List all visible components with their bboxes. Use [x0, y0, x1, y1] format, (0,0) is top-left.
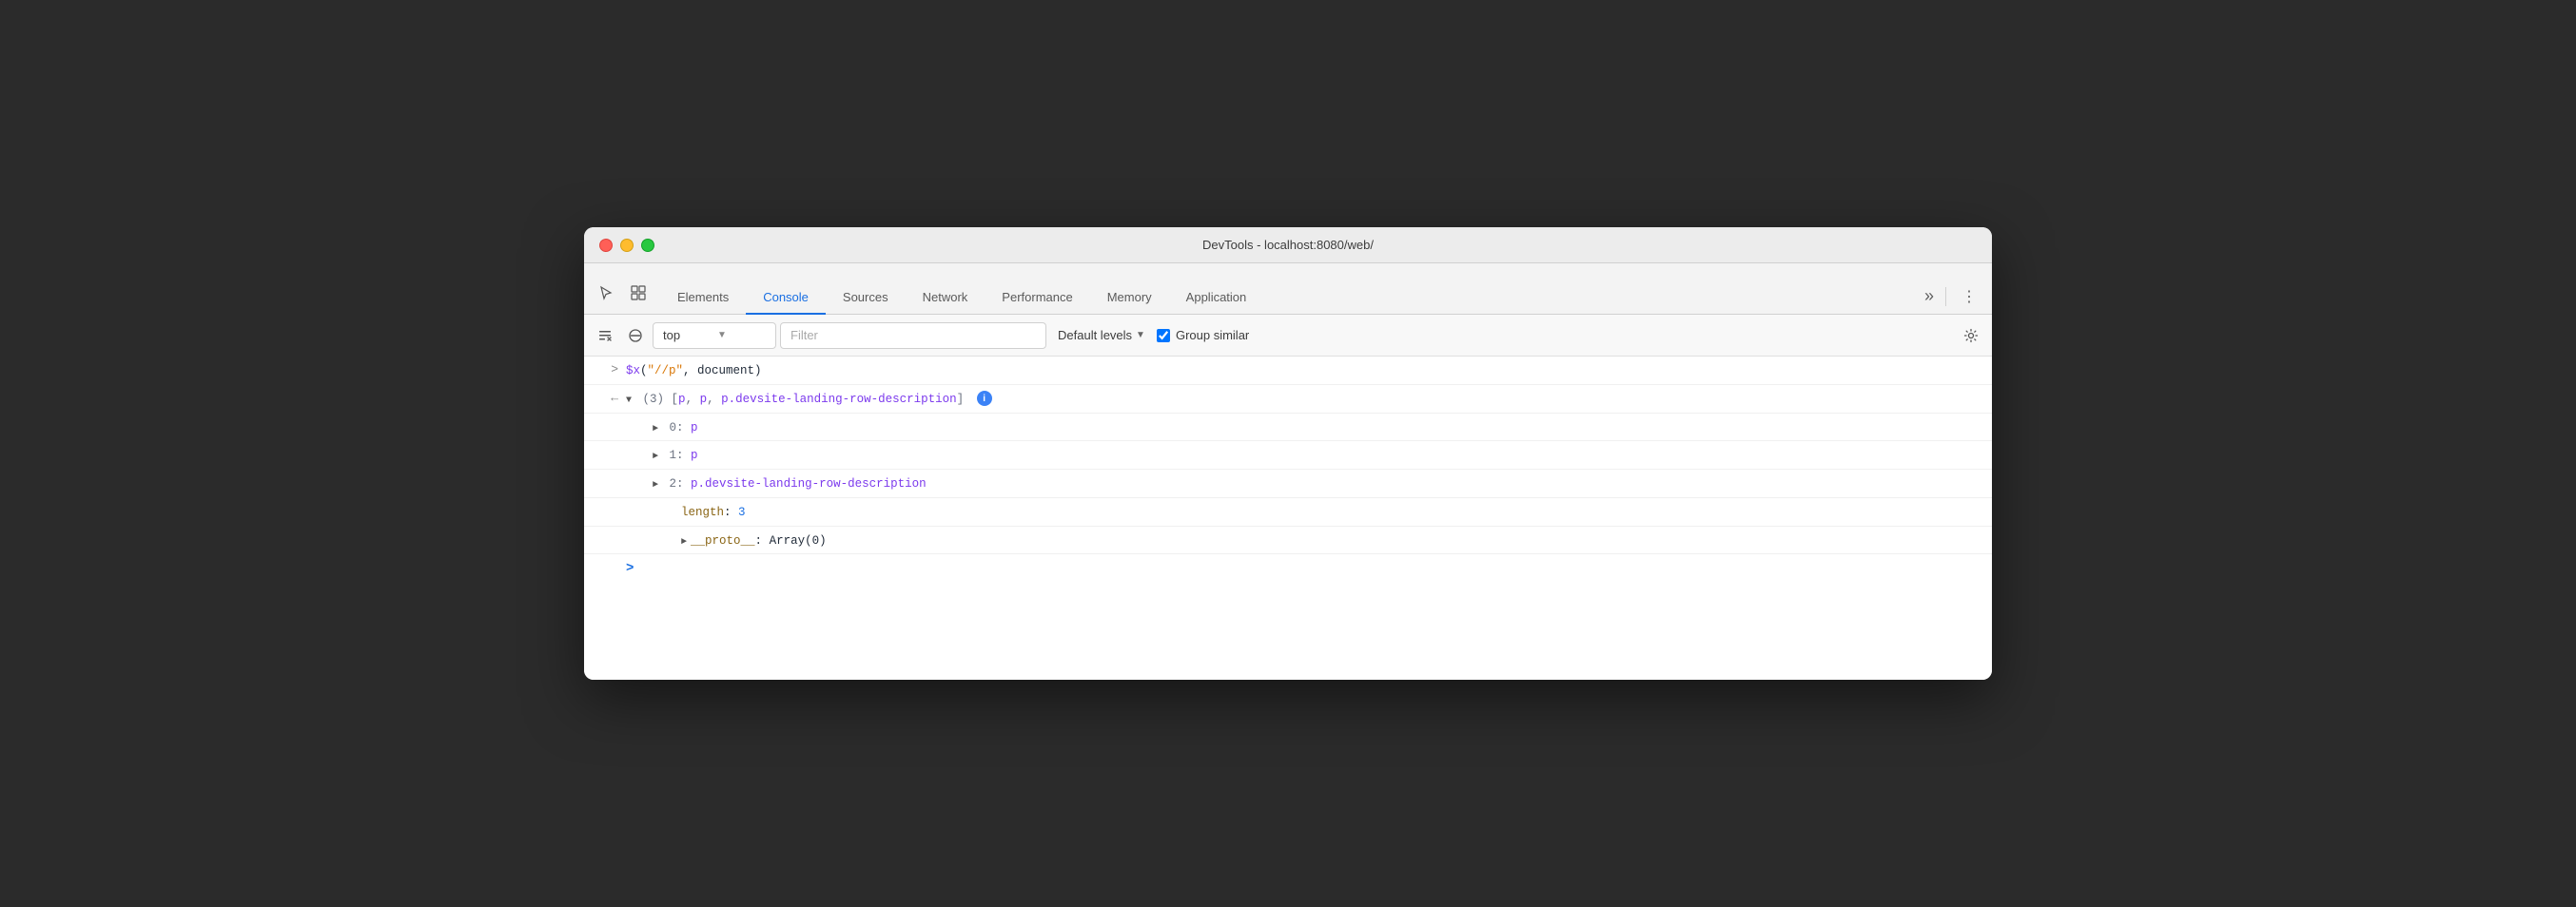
item0-expand-arrow[interactable]: ► [653, 422, 658, 436]
title-bar: DevTools - localhost:8080/web/ [584, 227, 1992, 263]
info-badge[interactable]: i [977, 391, 992, 406]
proto-gutter [584, 531, 626, 532]
console-content: > $x("//p", document) ← ▼ (3) [p, p, p.d… [584, 357, 1992, 680]
command-prompt-arrow: > [611, 362, 618, 376]
maximize-button[interactable] [641, 239, 654, 252]
console-item-2-row: ► 2: p.devsite-landing-row-description [584, 470, 1992, 498]
context-arrow-icon: ▼ [717, 330, 768, 340]
result-arrow-icon: ← [611, 391, 618, 405]
tab-bar: Elements Console Sources Network Perform… [584, 263, 1992, 315]
console-length-row: length: 3 [584, 498, 1992, 527]
cursor-icon-button[interactable] [592, 280, 620, 306]
console-proto-row: ►__proto__: Array(0) [584, 527, 1992, 555]
clear-console-button[interactable] [592, 322, 618, 349]
proto-expand-arrow[interactable]: ► [681, 535, 687, 550]
console-proto[interactable]: ►__proto__: Array(0) [653, 531, 1984, 550]
length-gutter [584, 502, 626, 504]
tab-network[interactable]: Network [906, 280, 986, 315]
tab-application[interactable]: Application [1169, 280, 1264, 315]
filter-input[interactable] [780, 322, 1046, 349]
console-item-0-row: ► 0: p [584, 414, 1992, 442]
minimize-button[interactable] [620, 239, 634, 252]
default-levels-arrow-icon: ▼ [1136, 330, 1145, 340]
close-button[interactable] [599, 239, 613, 252]
console-result-row: ← ▼ (3) [p, p, p.devsite-landing-row-des… [584, 385, 1992, 414]
tab-console[interactable]: Console [746, 280, 826, 315]
tab-elements[interactable]: Elements [660, 280, 746, 315]
console-item2[interactable]: ► 2: p.devsite-landing-row-description [653, 473, 1984, 493]
divider [1945, 287, 1946, 306]
settings-gear-button[interactable] [1958, 322, 1984, 349]
command-dollar-fn: $x [626, 364, 640, 377]
command-gutter: > [584, 360, 626, 376]
traffic-lights [599, 239, 654, 252]
no-entry-button[interactable] [622, 322, 649, 349]
window-title: DevTools - localhost:8080/web/ [1202, 238, 1374, 252]
tab-memory[interactable]: Memory [1090, 280, 1169, 315]
context-selector[interactable]: top ▼ [653, 322, 776, 349]
tab-performance[interactable]: Performance [985, 280, 1089, 315]
console-command-row: > $x("//p", document) [584, 357, 1992, 385]
group-similar-checkbox-label[interactable]: Group similar [1157, 328, 1249, 342]
prompt-symbol: > [626, 561, 634, 576]
more-tabs-button[interactable]: » [1921, 286, 1938, 306]
tab-bar-right: » ⋮ [1921, 286, 1984, 314]
default-levels-button[interactable]: Default levels ▼ [1050, 322, 1153, 349]
console-toolbar: top ▼ Default levels ▼ Group similar [584, 315, 1992, 357]
item2-expand-arrow[interactable]: ► [653, 478, 658, 492]
console-item0[interactable]: ► 0: p [653, 417, 1984, 437]
item0-gutter [584, 417, 626, 419]
item2-gutter [584, 473, 626, 475]
console-item-1-row: ► 1: p [584, 441, 1992, 470]
tab-bar-icons [592, 280, 653, 314]
console-length: length: 3 [653, 502, 1984, 522]
item1-gutter [584, 445, 626, 447]
console-prompt-row: > [584, 554, 1992, 583]
console-item1[interactable]: ► 1: p [653, 445, 1984, 465]
console-command-text: $x("//p", document) [626, 360, 1984, 380]
console-result-expandable[interactable]: ▼ (3) [p, p, p.devsite-landing-row-descr… [626, 389, 1984, 409]
console-input[interactable] [637, 562, 1984, 575]
devtools-menu-button[interactable]: ⋮ [1954, 287, 1984, 306]
expand-arrow-icon[interactable]: ▼ [626, 394, 632, 408]
devtools-window: DevTools - localhost:8080/web/ Elements [584, 227, 1992, 680]
tab-sources[interactable]: Sources [826, 280, 906, 315]
group-similar-checkbox[interactable] [1157, 329, 1170, 342]
result-gutter: ← [584, 389, 626, 405]
inspect-icon-button[interactable] [624, 280, 653, 306]
item1-expand-arrow[interactable]: ► [653, 450, 658, 464]
